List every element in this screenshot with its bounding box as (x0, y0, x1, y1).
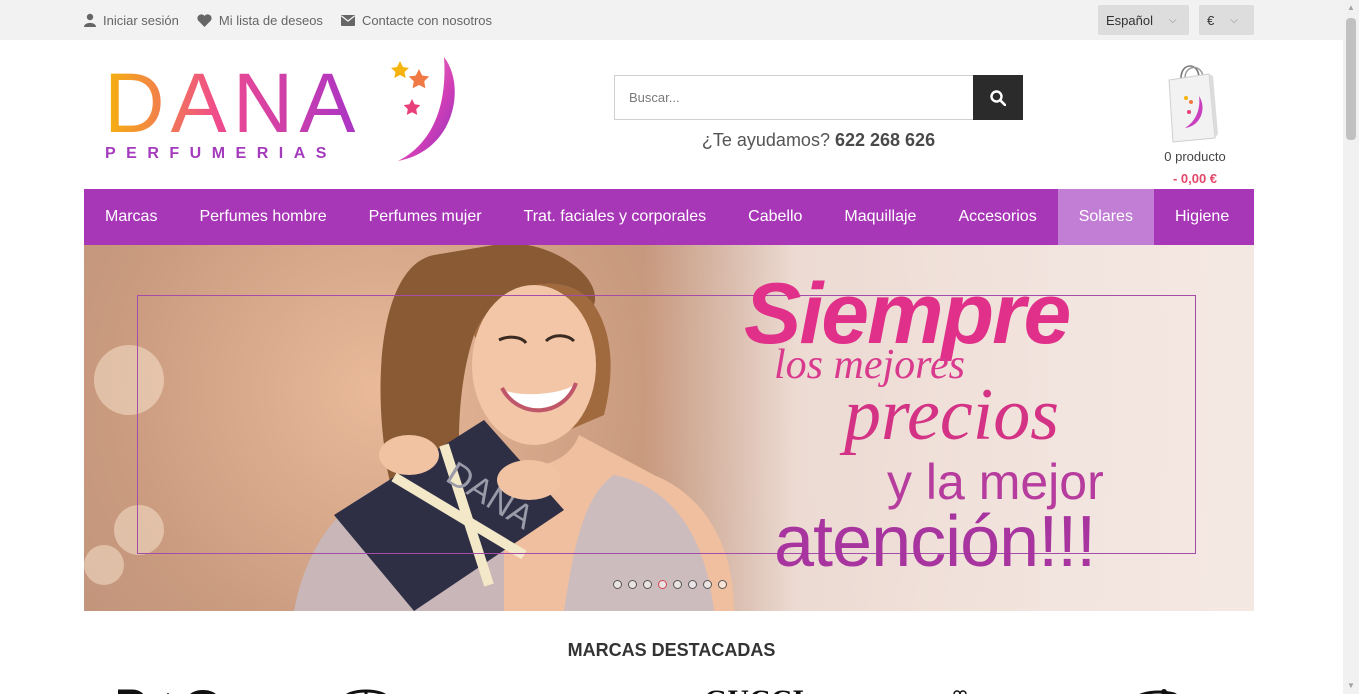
currency-select[interactable]: € ⌵ (1199, 5, 1254, 35)
bokeh-light (84, 545, 124, 585)
slider-dot[interactable] (718, 580, 727, 589)
language-select[interactable]: Español ⌵ (1098, 5, 1189, 35)
moon-stars-icon (391, 57, 455, 161)
boss-logo-icon (546, 686, 576, 694)
gucci-logo-icon: GUCCI (704, 684, 804, 694)
logo-subtitle: PERFUMERIAS (105, 145, 337, 162)
banner-line-atencion: atención!!! (774, 502, 1096, 582)
login-link[interactable]: Iniciar sesión (84, 13, 179, 28)
armani-logo-icon (346, 689, 386, 694)
brand-logo-boss[interactable] (546, 682, 576, 694)
top-bar: Iniciar sesión Mi lista de deseos Contac… (0, 0, 1343, 40)
shopping-bag-icon (1168, 65, 1218, 143)
slider-dots (613, 580, 733, 589)
main-nav: Marcas Perfumes hombre Perfumes mujer Tr… (84, 189, 1254, 245)
scrollbar-thumb[interactable] (1346, 18, 1356, 140)
search-input[interactable] (614, 75, 973, 120)
slider-dot[interactable] (643, 580, 652, 589)
nav-item-cabello[interactable]: Cabello (727, 189, 823, 245)
top-links: Iniciar sesión Mi lista de deseos Contac… (84, 0, 510, 40)
nav-item-maquillaje[interactable]: Maquillaje (823, 189, 937, 245)
cart-total: - 0,00 € (1172, 171, 1218, 186)
hero-banner[interactable]: DANA Siempre los mejores precios y la me… (84, 245, 1254, 611)
nav-item-solares[interactable]: Solares (1057, 189, 1154, 245)
slider-dot[interactable] (628, 580, 637, 589)
logo-wordmark: DANA (104, 56, 362, 150)
help-question: ¿Te ayudamos? (701, 130, 830, 150)
chevron-down-icon: ⌵ (1168, 14, 1177, 26)
del-pozo-logo-icon (1139, 689, 1177, 694)
page-scrollbar[interactable]: ▲ ▼ (1343, 0, 1359, 694)
brand-logo-herrera[interactable] (950, 682, 970, 694)
herrera-logo-icon (953, 690, 967, 694)
top-selects: Español ⌵ € ⌵ (1098, 5, 1254, 35)
scroll-up-arrow-icon[interactable]: ▲ (1343, 0, 1359, 16)
chevron-down-icon: ⌵ (1230, 14, 1238, 26)
search-icon (990, 89, 1006, 106)
featured-brands-row: GUCCI (84, 680, 1254, 694)
currency-value: € (1207, 12, 1215, 28)
help-line: ¿Te ayudamos? 622 268 626 (614, 130, 1023, 151)
slider-dot[interactable] (703, 580, 712, 589)
search-bar (614, 75, 1023, 120)
brand-logo-gucci[interactable]: GUCCI (704, 682, 824, 694)
cart-count: 0 producto (1164, 149, 1226, 164)
nav-item-higiene[interactable]: Higiene (1154, 189, 1250, 245)
contact-link[interactable]: Contacte con nosotros (340, 12, 493, 28)
slider-dot[interactable] (613, 580, 622, 589)
nav-item-accesorios[interactable]: Accesorios (937, 189, 1057, 245)
cart-widget[interactable]: 0 producto - 0,00 € (1140, 58, 1250, 188)
language-value: Español (1106, 12, 1153, 28)
wishlist-label: Mi lista de deseos (218, 12, 323, 28)
slider-dot[interactable] (688, 580, 697, 589)
brand-logo-armani[interactable] (342, 682, 392, 694)
svg-text:GUCCI: GUCCI (704, 686, 804, 694)
help-phone[interactable]: 622 268 626 (835, 130, 935, 150)
nav-item-perfumes-hombre[interactable]: Perfumes hombre (178, 189, 347, 245)
nav-item-tratamientos[interactable]: Trat. faciales y corporales (503, 189, 728, 245)
page: Iniciar sesión Mi lista de deseos Contac… (0, 0, 1359, 694)
dg-logo-icon (118, 689, 216, 694)
brand-logo-del-pozo[interactable] (1128, 682, 1188, 694)
nav-item-marcas[interactable]: Marcas (84, 189, 178, 245)
slider-dot[interactable] (673, 580, 682, 589)
featured-brands-title: MARCAS DESTACADAS (567, 640, 776, 660)
banner-line-precios: precios (844, 374, 1060, 456)
nav-item-perfumes-mujer[interactable]: Perfumes mujer (348, 189, 503, 245)
envelope-icon (340, 14, 355, 26)
heart-icon (197, 13, 212, 27)
wishlist-link[interactable]: Mi lista de deseos (197, 13, 323, 28)
contact-label: Contacte con nosotros (361, 12, 493, 28)
login-label: Iniciar sesión (103, 12, 179, 28)
search-button[interactable] (973, 75, 1023, 120)
site-logo[interactable]: DANA PERFUMERIAS (104, 55, 464, 165)
slider-dot-active[interactable] (658, 580, 667, 589)
scroll-down-arrow-icon[interactable]: ▼ (1343, 678, 1359, 694)
brand-logo-dg[interactable] (118, 682, 218, 694)
user-icon (84, 13, 96, 27)
